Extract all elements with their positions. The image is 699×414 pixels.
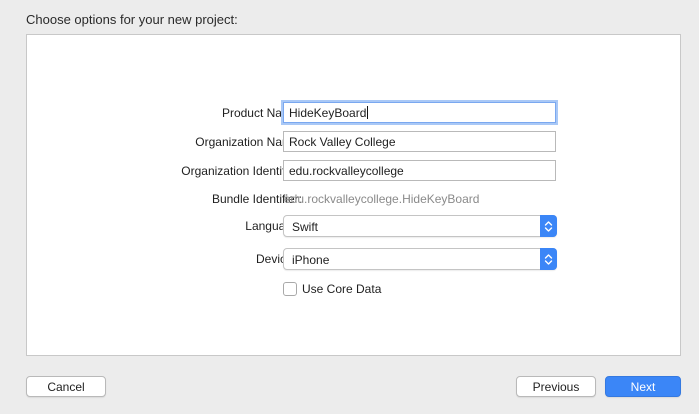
devices-select[interactable]: iPhone xyxy=(283,248,557,270)
devices-row: Devices: iPhone xyxy=(27,248,682,270)
dialog-title: Choose options for your new project: xyxy=(26,12,238,27)
product-name-input[interactable]: HideKeyBoard xyxy=(283,102,556,123)
product-name-row: Product Name: HideKeyBoard xyxy=(27,102,682,124)
select-stepper-icon xyxy=(540,215,557,237)
use-core-data-label: Use Core Data xyxy=(302,282,382,296)
organization-name-row: Organization Name: Rock Valley College xyxy=(27,131,682,153)
devices-selected-value: iPhone xyxy=(292,253,330,267)
text-caret xyxy=(367,106,369,119)
previous-button[interactable]: Previous xyxy=(516,376,596,397)
use-core-data-checkbox[interactable] xyxy=(283,282,297,296)
organization-identifier-input[interactable]: edu.rockvalleycollege xyxy=(283,160,556,181)
select-stepper-icon xyxy=(540,248,557,270)
product-name-value: HideKeyBoard xyxy=(289,106,367,120)
organization-name-input[interactable]: Rock Valley College xyxy=(283,131,556,152)
bundle-identifier-value: edu.rockvalleycollege.HideKeyBoard xyxy=(284,192,480,206)
language-select[interactable]: Swift xyxy=(283,215,557,237)
language-selected-value: Swift xyxy=(292,220,319,234)
bundle-identifier-row: Bundle Identifier: edu.rockvalleycollege… xyxy=(27,188,682,210)
language-row: Language: Swift xyxy=(27,215,682,237)
cancel-button[interactable]: Cancel xyxy=(26,376,106,397)
organization-identifier-row: Organization Identifier: edu.rockvalleyc… xyxy=(27,160,682,182)
project-options-panel: Product Name: HideKeyBoard Organization … xyxy=(26,34,681,356)
next-button[interactable]: Next xyxy=(605,376,681,397)
